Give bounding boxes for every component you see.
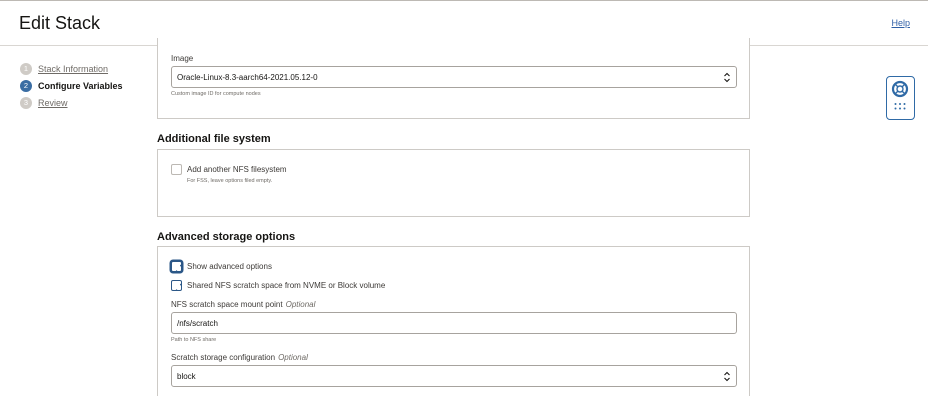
step-label: Review [38,97,68,108]
step-review[interactable]: 3 Review [20,94,123,111]
mount-point-input[interactable]: /nfs/scratch [171,312,737,334]
help-center-widget[interactable] [886,76,915,120]
file-system-panel: Add another NFS filesystem For FSS, leav… [157,149,750,217]
check-icon [174,264,182,271]
wizard-steps: 1 Stack Information 2 Configure Variable… [20,60,123,111]
show-advanced-label: Show advanced options [187,262,272,271]
image-select[interactable]: Oracle-Linux-8.3-aarch64-2021.05.12-0 [171,66,737,88]
show-advanced-checkbox[interactable] [171,261,182,272]
step-label: Configure Variables [38,80,123,91]
mount-point-label-text: NFS scratch space mount point [171,300,283,309]
shared-nfs-label: Shared NFS scratch space from NVME or Bl… [187,281,386,290]
step-number: 1 [20,62,32,75]
scratch-config-label-text: Scratch storage configuration [171,353,276,362]
scratch-config-label: Scratch storage configuration Optional [171,353,308,362]
mount-point-help: Path to NFS share [171,337,217,343]
mount-point-value: /nfs/scratch [177,318,218,328]
step-number: 3 [20,96,32,109]
step-label: Stack Information [38,63,109,74]
check-icon [174,283,182,290]
scratch-config-value: block [177,371,196,381]
optional-tag: Optional [285,300,316,309]
add-nfs-label: Add another NFS filesystem [187,165,287,174]
step-stack-information[interactable]: 1 Stack Information [20,60,123,77]
add-nfs-help: For FSS, leave options filed empty. [187,178,273,184]
step-number: 2 [20,79,32,92]
page-title: Edit Stack [19,13,101,33]
help-link[interactable]: Help [891,18,910,28]
life-ring-icon [891,80,909,110]
shared-nfs-checkbox[interactable] [171,280,182,291]
mount-point-label: NFS scratch space mount point Optional [171,300,315,309]
storage-panel: Show advanced options Shared NFS scratch… [157,246,750,396]
image-help: Custom image ID for compute nodes [171,91,261,97]
chevron-up-down-icon [724,72,730,83]
chevron-up-down-icon [724,371,730,382]
scratch-config-select[interactable]: block [171,365,737,387]
image-select-value: Oracle-Linux-8.3-aarch64-2021.05.12-0 [177,72,318,82]
storage-title: Advanced storage options [157,231,296,243]
file-system-title: Additional file system [157,133,271,145]
image-label: Image [171,54,194,63]
step-configure-variables[interactable]: 2 Configure Variables [20,77,123,94]
optional-tag: Optional [278,353,308,362]
image-panel: Image Oracle-Linux-8.3-aarch64-2021.05.1… [157,38,750,119]
add-nfs-checkbox[interactable] [171,164,182,175]
